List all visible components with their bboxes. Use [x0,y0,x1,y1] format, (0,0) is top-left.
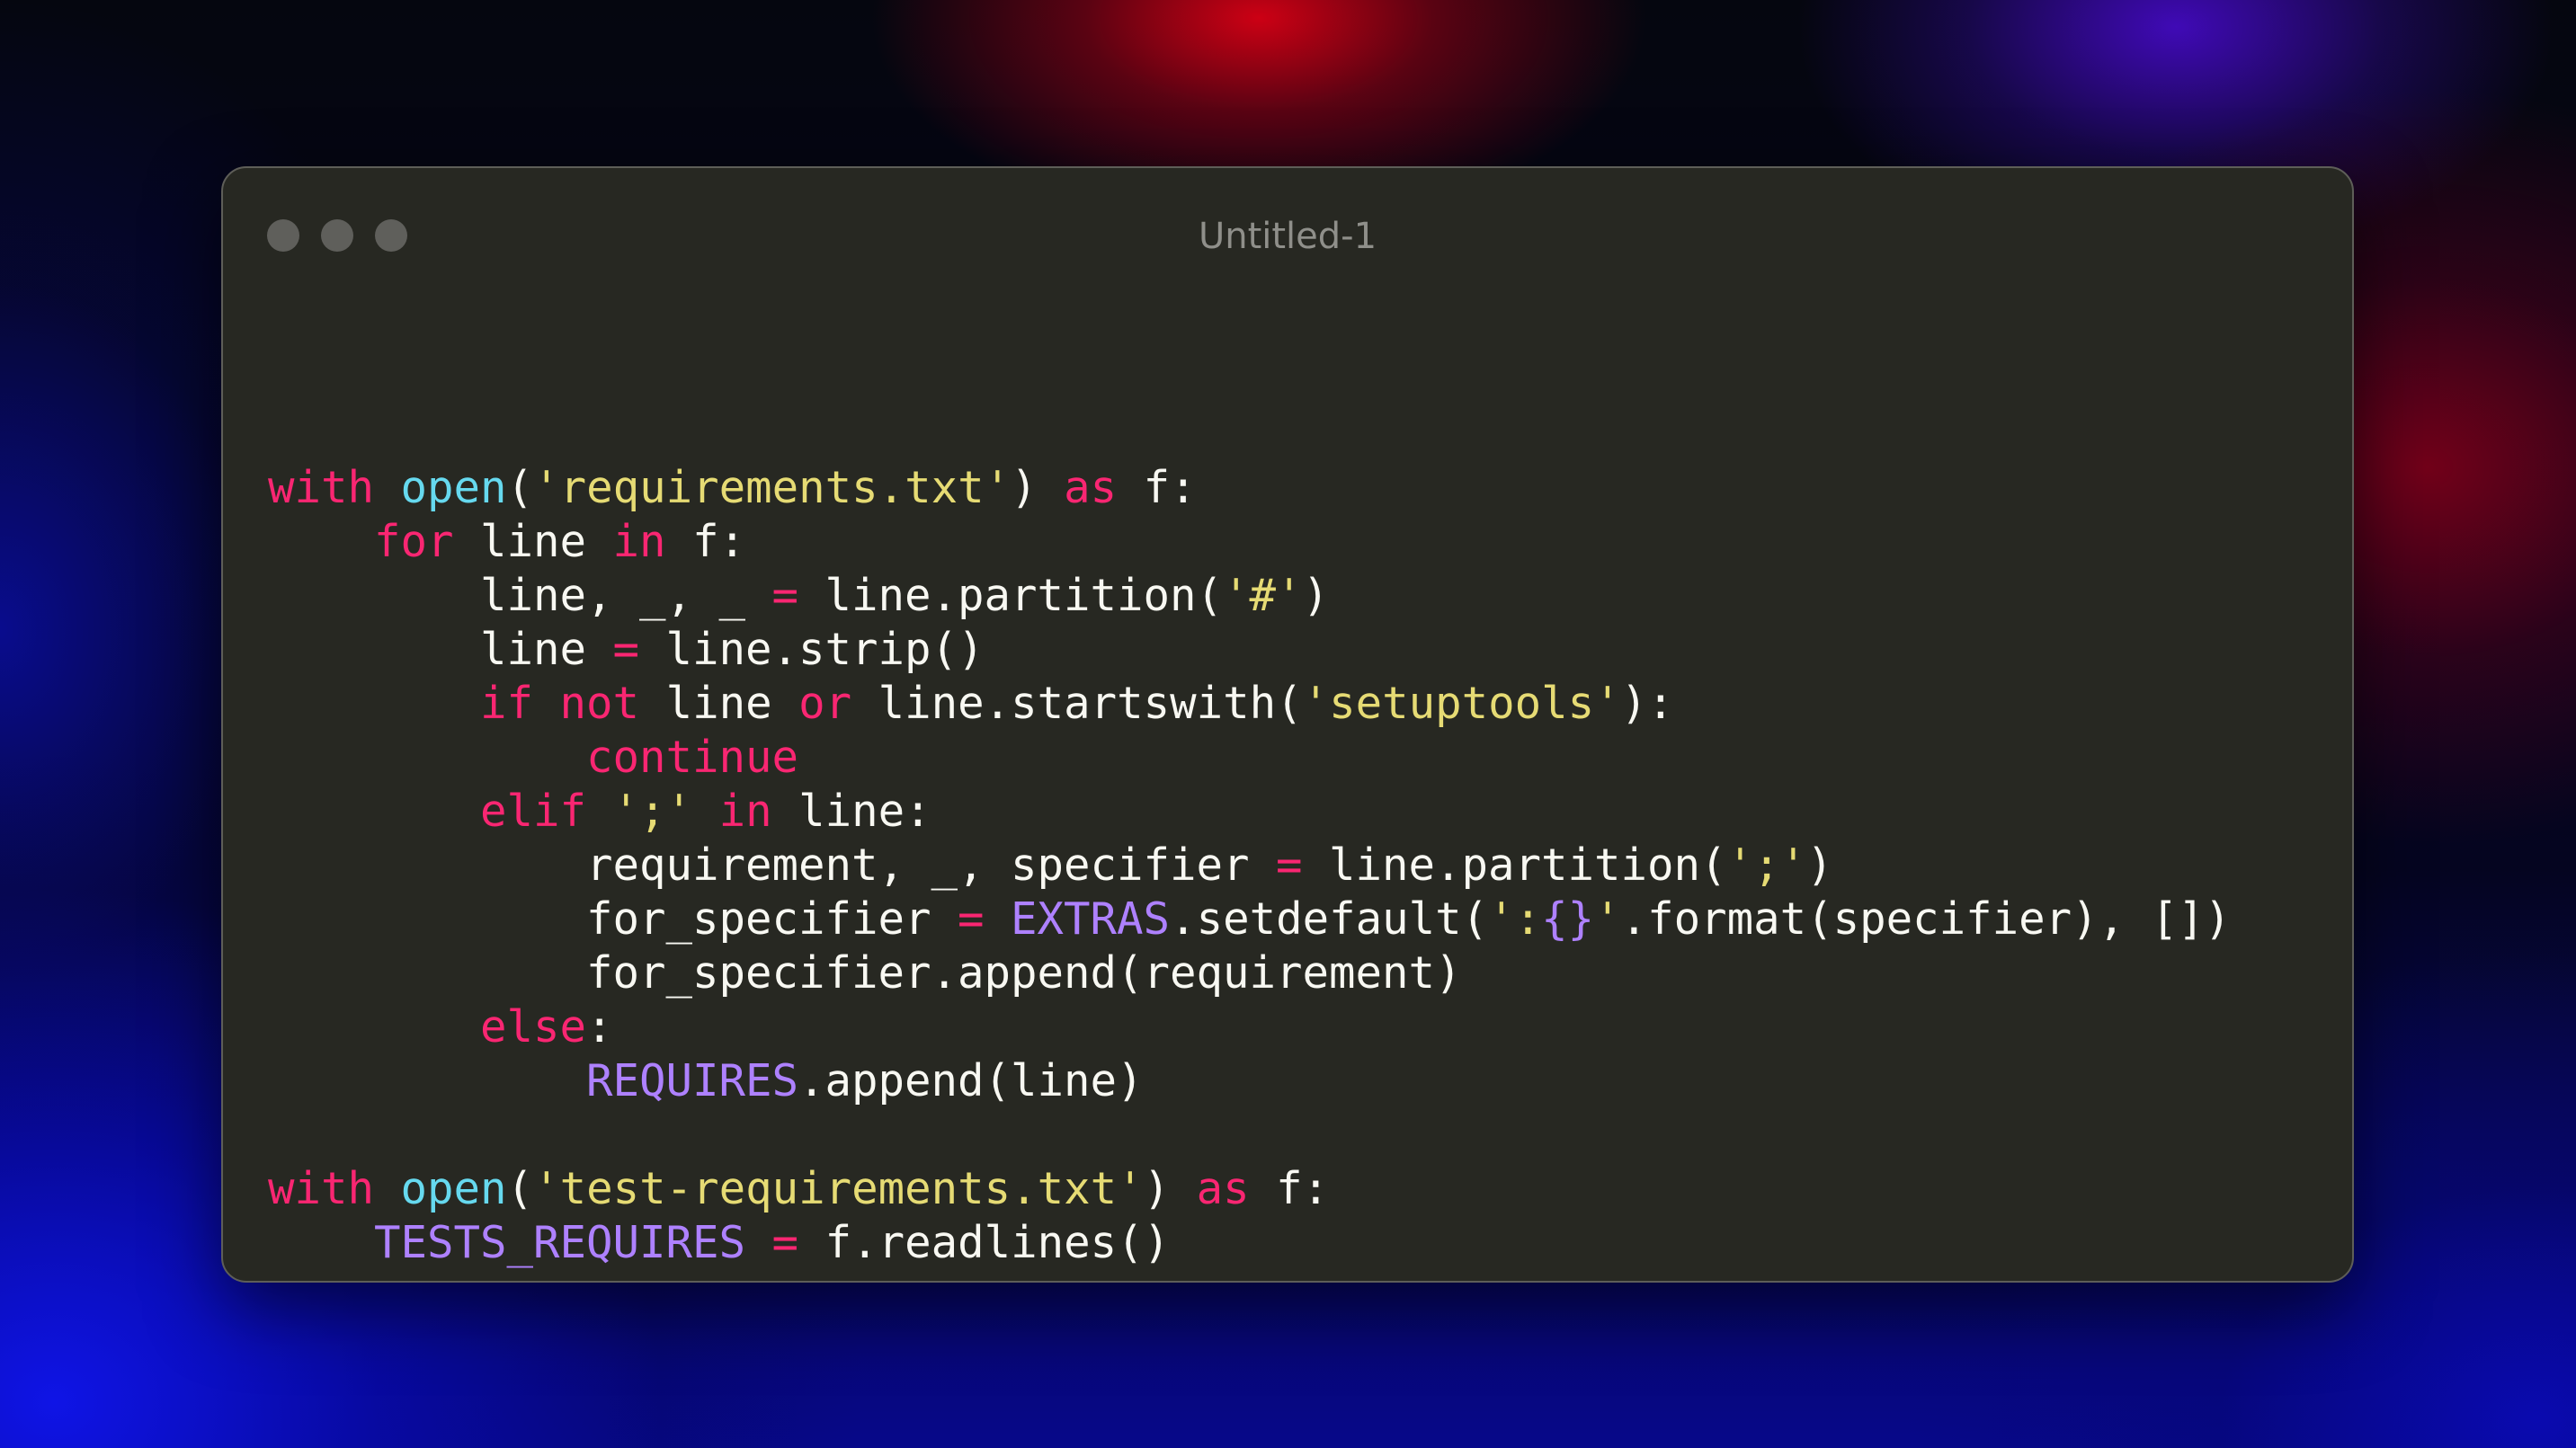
code-token: .setdefault( [1170,893,1489,945]
code-token: = [958,893,985,945]
code-token: for [374,516,454,567]
code-token: f.readlines() [798,1217,1171,1268]
code-token: line.strip() [639,624,985,675]
code-token: line.partition( [1302,839,1727,891]
code-token: line.startswith( [851,678,1303,729]
code-token: 'requirements.txt' [533,462,1012,513]
code-token: for_specifier [268,893,958,945]
code-line: for_specifier = EXTRAS.setdefault(':{}'.… [268,893,2231,946]
code-token: ( [506,1163,534,1214]
code-line: for_specifier.append(requirement) [268,946,2231,1000]
code-token: ): [1620,678,1674,729]
code-token: requirement, _, specifier [268,839,1277,891]
code-token: = [771,570,799,621]
code-line: if not line or line.startswith('setuptoo… [268,677,2231,731]
code-token: .append(line) [798,1055,1144,1106]
code-token: = [1276,839,1303,891]
code-token: as [1064,462,1118,513]
code-token: elif [480,786,587,837]
code-token: 'test-requirements.txt' [533,1163,1144,1214]
window-title: Untitled-1 [1198,216,1377,257]
code-token: : [586,1001,613,1053]
code-token: ( [506,462,534,513]
code-token: ) [1011,462,1065,513]
code-token: f: [1249,1163,1330,1214]
code-line: TESTS_REQUIRES = f.readlines() [268,1216,2231,1270]
code-token: not [559,678,640,729]
code-token: open [400,462,507,513]
code-line: else: [268,1000,2231,1054]
code-line: for line in f: [268,515,2231,569]
code-token: '#' [1223,570,1303,621]
code-token: continue [586,732,799,783]
code-token: {} [1541,893,1595,945]
code-token: ' [1594,893,1621,945]
code-token: TESTS_REQUIRES [374,1217,746,1268]
code-token: as [1196,1163,1250,1214]
code-line: with open('requirements.txt') as f: [268,461,2231,515]
code-token: line [639,678,799,729]
code-line: continue [268,731,2231,785]
code-token: = [612,624,640,675]
code-token: line [268,624,613,675]
code-line: REQUIRES.append(line) [268,1054,2231,1108]
code-token: ';' [1726,839,1807,891]
code-token: 'setuptools' [1302,678,1621,729]
code-token: ) [1302,570,1330,621]
code-token: with [268,1163,375,1214]
code-window: Untitled-1 with open('requirements.txt')… [221,166,2354,1283]
code-token: ';' [612,786,693,837]
code-token: ': [1488,893,1542,945]
code-line: line = line.strip() [268,623,2231,677]
code-token: for_specifier.append(requirement) [268,947,1462,999]
code-token: if [480,678,534,729]
code-token: else [480,1001,587,1053]
code-line: line, _, _ = line.partition('#') [268,569,2231,623]
code-line: with open('test-requirements.txt') as f: [268,1162,2231,1216]
code-token: with [268,462,375,513]
code-line: elif ';' in line: [268,785,2231,839]
code-token: in [718,786,772,837]
code-token: line [453,516,613,567]
code-token: .format(specifier), []) [1620,893,2232,945]
code-line: requirement, _, specifier = line.partiti… [268,839,2231,893]
code-token: in [612,516,666,567]
code-token: f: [665,516,746,567]
code-token: ) [1143,1163,1197,1214]
code-token: = [771,1217,799,1268]
code-token: line.partition( [798,570,1224,621]
code-token: or [798,678,852,729]
code-token: f: [1117,462,1197,513]
code-token: EXTRAS [1011,893,1171,945]
code-token: line: [771,786,931,837]
code-token: open [400,1163,507,1214]
code-token: line, _, _ [268,570,772,621]
code-token: REQUIRES [586,1055,799,1106]
code-token: ) [1806,839,1833,891]
code-block[interactable]: with open('requirements.txt') as f: for … [268,461,2231,1270]
